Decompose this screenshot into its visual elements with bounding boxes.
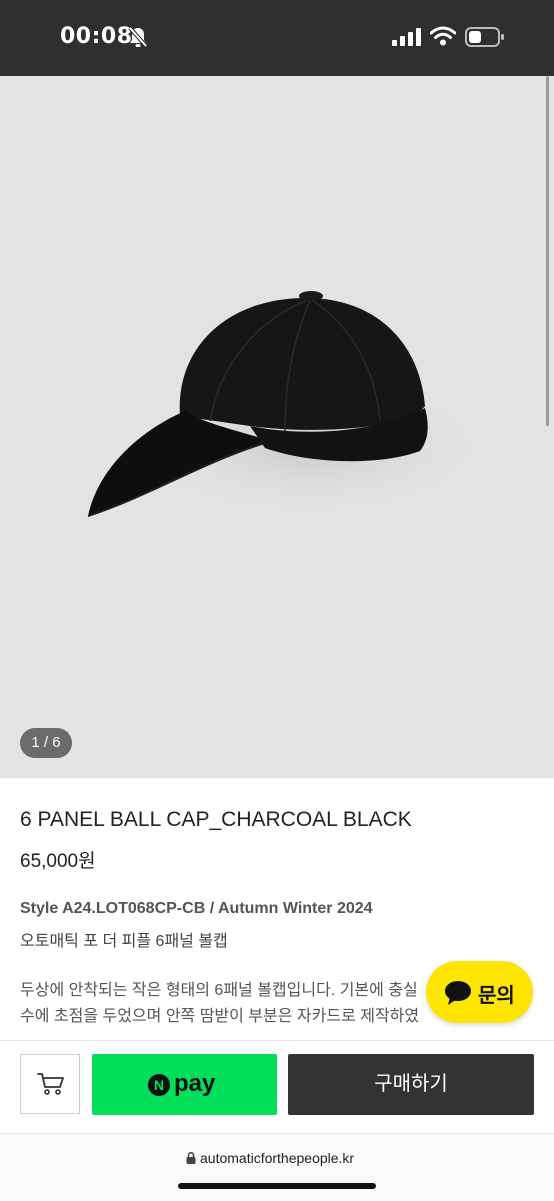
product-subtitle: 오토매틱 포 더 피플 6패널 볼캡 — [20, 933, 228, 950]
url-text[interactable]: automaticforthepeople.kr — [200, 1150, 354, 1166]
buy-button[interactable]: 구매하기 — [288, 1054, 534, 1115]
image-counter: 1 / 6 — [20, 728, 72, 758]
npay-button[interactable]: N pay — [92, 1054, 277, 1115]
battery-icon — [465, 27, 505, 52]
naver-pay-logo-icon: N — [148, 1074, 170, 1096]
wifi-icon — [429, 26, 457, 51]
bell-slash-icon — [128, 26, 148, 53]
cart-icon — [37, 1072, 65, 1101]
cart-button[interactable] — [20, 1054, 80, 1114]
page-scrollbar[interactable] — [546, 76, 549, 426]
npay-label: pay — [174, 1070, 216, 1097]
home-indicator[interactable] — [178, 1183, 376, 1189]
status-bar: 00:08 — [0, 0, 554, 76]
inquiry-button[interactable]: 문의 — [426, 961, 533, 1023]
product-image[interactable] — [80, 226, 490, 561]
status-time: 00:08 — [60, 24, 133, 49]
product-price: 65,000원 — [20, 851, 96, 872]
product-gallery[interactable]: 1 / 6 — [0, 76, 554, 778]
chat-bubble-icon — [444, 980, 472, 1011]
product-title: 6 PANEL BALL CAP_CHARCOAL BLACK — [20, 808, 412, 831]
product-style: Style A24.LOT068CP-CB / Autumn Winter 20… — [20, 900, 373, 917]
inquiry-label: 문의 — [478, 985, 515, 1007]
action-bar: N pay 구매하기 — [0, 1040, 554, 1133]
signal-icon — [392, 28, 422, 51]
lock-icon — [186, 1151, 196, 1169]
browser-url-bar[interactable]: automaticforthepeople.kr — [0, 1133, 554, 1201]
